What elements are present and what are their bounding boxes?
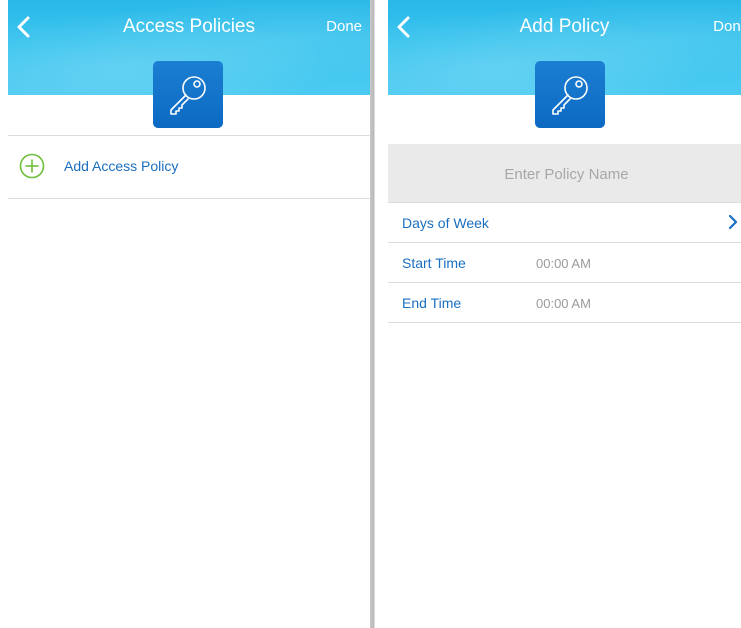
policy-name-input[interactable] [388, 144, 741, 204]
plus-circle-icon [19, 153, 45, 179]
done-button[interactable]: Done [326, 18, 362, 35]
days-of-week-row[interactable]: Days of Week [388, 203, 741, 243]
add-access-policy-row[interactable]: Add Access Policy [8, 135, 370, 199]
add-policy-screen: Add Policy Done Days of Week Start Time … [388, 0, 741, 628]
done-button[interactable]: Done [713, 18, 741, 35]
key-icon [170, 75, 206, 115]
key-tile [535, 61, 605, 128]
start-time-value: 00:00 AM [536, 256, 591, 271]
end-time-label: End Time [402, 295, 462, 311]
end-time-row[interactable]: End Time 00:00 AM [388, 283, 741, 323]
screen-divider [370, 0, 388, 628]
chevron-right-icon [728, 214, 738, 230]
end-time-value: 00:00 AM [536, 296, 591, 311]
add-access-policy-label: Add Access Policy [64, 158, 179, 174]
key-icon [552, 75, 588, 115]
policy-name-field[interactable] [388, 144, 741, 204]
access-policies-screen: Access Policies Done Add Access Policy [8, 0, 370, 628]
page-title: Add Policy [519, 16, 610, 37]
key-tile [153, 61, 223, 128]
start-time-row[interactable]: Start Time 00:00 AM [388, 243, 741, 283]
days-of-week-label: Days of Week [402, 215, 489, 231]
page-title: Access Policies [123, 16, 255, 37]
left-gutter [0, 0, 8, 628]
start-time-label: Start Time [402, 255, 466, 271]
